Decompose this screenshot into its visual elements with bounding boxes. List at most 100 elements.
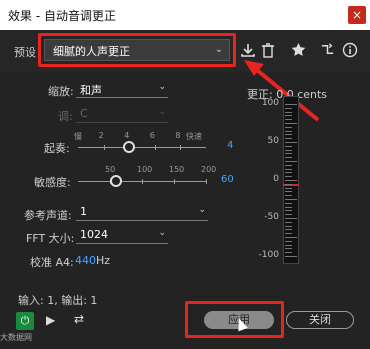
correction-meter-tick: [285, 172, 292, 174]
correction-meter-tick: [285, 233, 292, 235]
correction-meter-tick: [285, 199, 297, 200]
tuning-value[interactable]: 440: [75, 254, 96, 267]
tuning-label: 校准 A4:: [30, 256, 74, 269]
routing-icon[interactable]: [320, 42, 335, 57]
correction-meter-tick: [285, 123, 297, 124]
power-button[interactable]: ⏻: [16, 312, 34, 330]
correction-meter-tick: [285, 202, 292, 204]
play-icon[interactable]: ▶: [46, 313, 55, 327]
scale-value: 和声: [80, 84, 102, 97]
chevron-down-icon: ⌄: [158, 228, 166, 238]
correction-meter-tick: [285, 168, 292, 170]
sensitivity-tick-label: 150: [169, 165, 185, 174]
sensitivity-tick: [174, 179, 175, 184]
correction-meter-tick: [285, 183, 292, 185]
correction-meter-tick: [285, 237, 297, 238]
info-icon[interactable]: [342, 42, 358, 58]
correction-meter-tick: [285, 142, 297, 143]
preset-highlight-box: [38, 33, 236, 67]
chevron-down-icon: ⌄: [198, 205, 206, 215]
window-title: 效果 - 自动音调更正: [8, 9, 116, 23]
correction-meter-tick: [285, 218, 297, 219]
correction-scale-label: -50: [264, 212, 279, 222]
correction-meter-tick: [285, 256, 297, 257]
sensitivity-tick: [206, 179, 207, 184]
correction-meter-tick: [285, 126, 292, 128]
correction-meter-tick: [285, 210, 292, 212]
chevron-down-icon: ⌄: [158, 107, 166, 117]
correction-meter-tick: [285, 187, 292, 189]
correction-meter-tick: [285, 180, 297, 181]
key-label: 调:: [58, 110, 73, 123]
effect-window: 效果 - 自动音调更正 × 预设 细腻的人声更正 ⌄ 缩放: 和声 ⌄ 调: C…: [0, 0, 370, 349]
sensitivity-tick: [142, 179, 143, 184]
fft-select[interactable]: 1024 ⌄: [76, 228, 168, 244]
correction-meter-tick: [285, 206, 292, 208]
correction-meter-tick: [285, 225, 292, 227]
ref-channel-select[interactable]: 1 ⌄: [76, 205, 208, 221]
close-button[interactable]: 关闭: [286, 311, 354, 329]
correction-meter-tick: [285, 252, 292, 254]
correction-meter-tick: [285, 130, 292, 132]
key-value: C: [80, 107, 88, 120]
correction-meter-tick: [285, 111, 292, 113]
correction-meter-tick: [285, 240, 292, 242]
correction-meter-tick: [285, 164, 292, 166]
io-text: 输入: 1, 输出: 1: [18, 294, 98, 307]
attack-tick-label: 6: [149, 131, 155, 140]
correction-meter-tick: [285, 161, 297, 162]
preset-label: 预设: [14, 46, 36, 59]
attack-tick: [103, 145, 105, 150]
chevron-down-icon: ⌄: [158, 82, 166, 92]
scale-select[interactable]: 和声 ⌄: [76, 82, 168, 98]
correction-meter-tick: [285, 145, 292, 147]
correction-meter-tick: [285, 119, 292, 121]
correction-scale-label: 100: [261, 98, 279, 108]
correction-meter-tick: [285, 176, 292, 178]
fft-value: 1024: [80, 228, 108, 241]
window-close-button[interactable]: ×: [348, 6, 366, 24]
correction-meter-tick: [285, 214, 292, 216]
attack-tick: [154, 145, 156, 150]
attack-tick-label: 4: [124, 131, 130, 140]
attack-value: 4: [227, 140, 234, 151]
correction-meter-tick: [285, 104, 297, 105]
fft-label: FFT 大小:: [26, 232, 75, 245]
sensitivity-tick-label: 200: [201, 165, 217, 174]
sensitivity-tick-label: 100: [137, 165, 153, 174]
correction-scale-label: -100: [258, 250, 279, 260]
star-icon[interactable]: [291, 42, 306, 57]
sensitivity-label: 敏感度:: [34, 176, 71, 189]
sensitivity-tick-label: 50: [105, 165, 116, 174]
attack-tick-label: 2: [98, 131, 104, 140]
correction-meter-tick: [285, 244, 292, 246]
correction-meter-tick: [285, 157, 292, 159]
attack-slow-label: 慢: [74, 132, 82, 141]
correction-meter-tick: [285, 195, 292, 197]
ref-channel-value: 1: [80, 205, 87, 218]
correction-scale-label: 0: [273, 174, 279, 184]
correction-meter-tick: [285, 115, 292, 117]
scale-label: 缩放:: [48, 85, 74, 98]
correction-scale-label: 50: [267, 136, 279, 146]
correction-meter-tick: [285, 149, 292, 151]
correction-meter-tick: [285, 107, 292, 109]
correction-meter-tick: [285, 221, 292, 223]
attack-tick: [180, 145, 182, 150]
correction-meter-tick: [285, 248, 292, 250]
attack-fast-label: 快速: [186, 132, 202, 141]
loop-icon[interactable]: ⇄: [74, 312, 84, 326]
correction-meter-tick: [285, 191, 292, 193]
tuning-unit: Hz: [96, 254, 111, 267]
correction-meter-tick: [285, 229, 292, 231]
correction-meter-tick: [285, 138, 292, 140]
watermark: 大数据网: [0, 333, 32, 342]
ref-channel-label: 参考声道:: [24, 209, 72, 222]
title-bar: 效果 - 自动音调更正 ×: [0, 0, 370, 30]
attack-label: 起奏:: [44, 142, 70, 155]
sensitivity-value: 60: [221, 174, 234, 185]
correction-meter-tick: [285, 134, 292, 136]
attack-tick-label: 8: [175, 131, 181, 140]
correction-meter-tick: [285, 153, 292, 155]
key-select[interactable]: C ⌄: [76, 107, 168, 123]
